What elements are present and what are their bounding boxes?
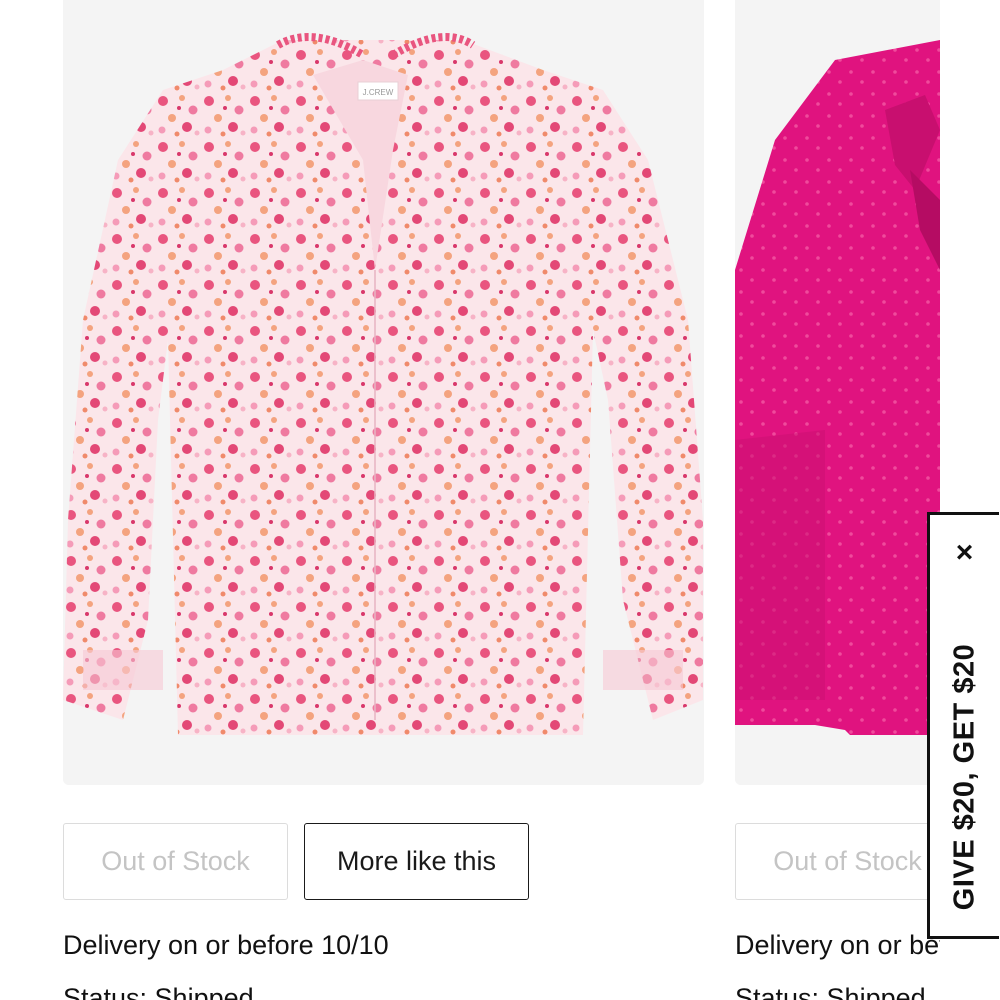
order-history-page: J.CREW Out of Stock More like this Deliv… [0, 0, 1000, 1000]
order-status: Status: Shipped [735, 983, 926, 1000]
referral-promo-tab[interactable]: × GIVE $20, GET $20 [927, 512, 999, 939]
magenta-blouse-image [735, 0, 940, 785]
product-image-magenta-blouse[interactable] [735, 0, 940, 785]
more-like-this-button[interactable]: More like this [304, 823, 529, 900]
out-of-stock-button: Out of Stock [63, 823, 288, 900]
promo-text[interactable]: GIVE $20, GET $20 [948, 644, 981, 910]
product-image-floral-blouse[interactable]: J.CREW [63, 0, 704, 785]
brand-tag-text: J.CREW [363, 88, 394, 97]
product-actions: Out of Stock More like this [63, 823, 529, 900]
close-icon[interactable]: × [930, 537, 999, 569]
delivery-date: Delivery on or before 10/10 [63, 930, 389, 960]
product-card: J.CREW Out of Stock More like this Deliv… [63, 0, 704, 1000]
order-status: Status: Shipped [63, 983, 254, 1000]
floral-blouse-image: J.CREW [63, 0, 704, 785]
delivery-date: Delivery on or before 10/10 [735, 930, 940, 960]
